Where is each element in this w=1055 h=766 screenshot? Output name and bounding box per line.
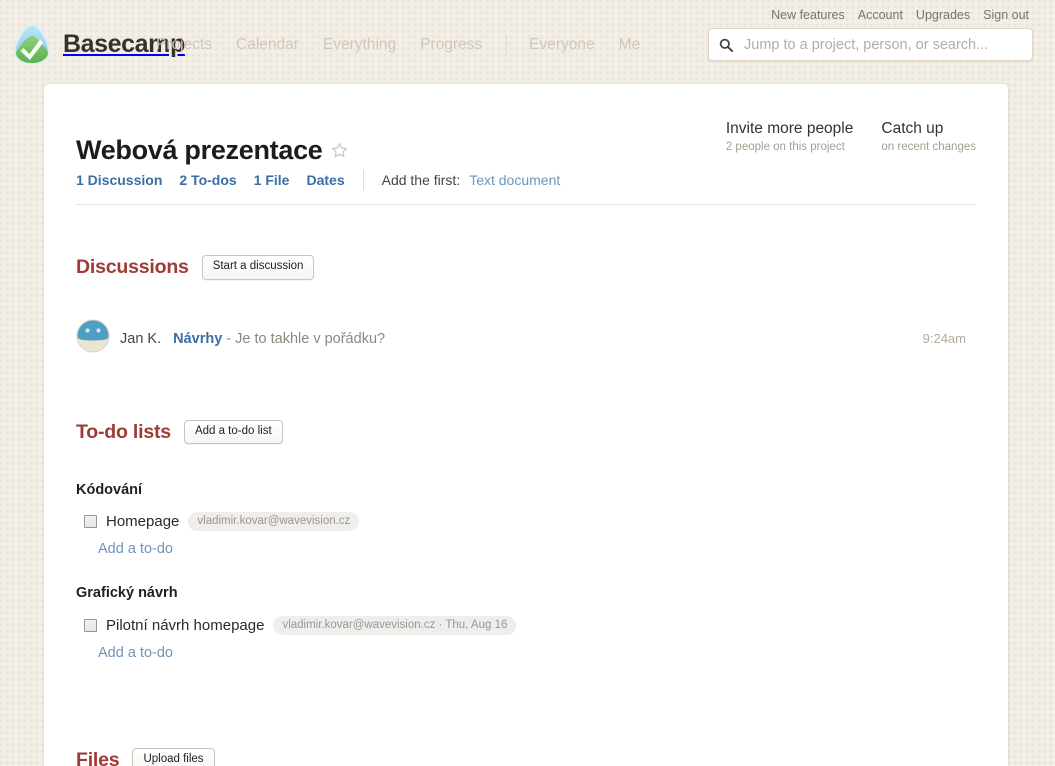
basecamp-mountain-logo-icon [10,22,54,66]
invite-more-people-link[interactable]: Invite more people [726,120,854,138]
account-link-account[interactable]: Account [858,8,903,22]
todo-item-text: Homepage [106,513,180,531]
discussion-author: Jan K. [120,330,162,347]
nav-divider [506,35,508,55]
catch-up-action[interactable]: Catch up on recent changes [881,120,976,153]
start-a-discussion-button[interactable]: Start a discussion [201,255,315,280]
files-heading-row: Files Upload files [76,733,976,766]
todo-item-text: Pilotní návrh homepage [106,616,265,634]
checkbox-unchecked-icon[interactable] [84,515,97,529]
invite-more-people-action[interactable]: Invite more people 2 people on this proj… [726,120,854,153]
discussion-subject-link[interactable]: Návrhy [173,331,222,347]
project-card: Webová prezentace Invite more people 2 p… [44,84,1008,766]
main-navigation: Projects Calendar Everything Progress Ev… [156,34,664,56]
todo-list: Kódování Homepage vladimir.kovar@wavevis… [76,481,976,557]
files-section: Files Upload files [76,733,976,766]
todo-item-meta: vladimir.kovar@wavevision.cz · Thu, Aug … [273,615,517,635]
discussion-timestamp: 9:24am [922,331,966,347]
discussions-heading: Discussions [76,256,189,279]
files-heading: Files [76,748,120,766]
discussions-heading-row: Discussions Start a discussion [76,240,976,295]
search-box[interactable] [708,28,1033,61]
account-link-upgrades[interactable]: Upgrades [916,8,970,22]
checkbox-unchecked-icon[interactable] [84,618,97,632]
nav-item-projects[interactable]: Projects [156,36,212,54]
header-actions: Invite more people 2 people on this proj… [726,120,976,153]
account-link-new-features[interactable]: New features [771,8,845,22]
add-a-todo-link[interactable]: Add a to-do [98,541,976,557]
todo-list-name: Grafický návrh [76,585,178,602]
todo-list-name: Kódování [76,481,143,498]
todo-item[interactable]: Pilotní návrh homepage vladimir.kovar@wa… [76,615,976,635]
nav-item-me[interactable]: Me [619,36,641,54]
todo-lists-section: To-do lists Add a to-do list Kódování Ho… [76,404,976,661]
add-a-todo-list-button[interactable]: Add a to-do list [183,419,283,445]
catch-up-link[interactable]: Catch up [881,120,976,138]
todo-lists-heading-row: To-do lists Add a to-do list [76,404,976,459]
todo-item[interactable]: Homepage vladimir.kovar@wavevision.cz [76,512,976,532]
todo-item-meta: vladimir.kovar@wavevision.cz [188,512,360,532]
search-icon [719,38,733,52]
discussion-excerpt: - Je to takhle v pořádku? [226,330,386,347]
account-navigation: New features Account Upgrades Sign out [771,8,1029,22]
star-outline-icon[interactable] [331,142,348,159]
nav-item-everyone[interactable]: Everyone [529,36,594,54]
todo-list: Grafický návrh Pilotní návrh homepage vl… [76,585,976,661]
account-link-sign-out[interactable]: Sign out [983,8,1029,22]
top-bar: Basecamp Projects Calendar Everything Pr… [0,0,1055,84]
page-title: Webová prezentace [76,135,323,166]
upload-files-button[interactable]: Upload files [132,748,215,766]
discussions-section: Discussions Start a discussion Jan K. Ná… [76,240,976,358]
search-input[interactable] [742,35,1022,54]
nav-item-progress[interactable]: Progress [420,36,482,54]
nav-item-everything[interactable]: Everything [323,36,396,54]
invite-more-people-sublabel: 2 people on this project [725,141,845,153]
nav-item-calendar[interactable]: Calendar [236,36,299,54]
discussion-list-item[interactable]: Jan K. Návrhy - Je to takhle v pořádku? … [76,319,976,358]
catch-up-sublabel: on recent changes [881,141,976,153]
avatar [76,319,110,358]
project-header: Webová prezentace Invite more people 2 p… [76,84,976,170]
todo-lists-heading: To-do lists [76,420,171,443]
add-a-todo-link[interactable]: Add a to-do [98,645,976,661]
